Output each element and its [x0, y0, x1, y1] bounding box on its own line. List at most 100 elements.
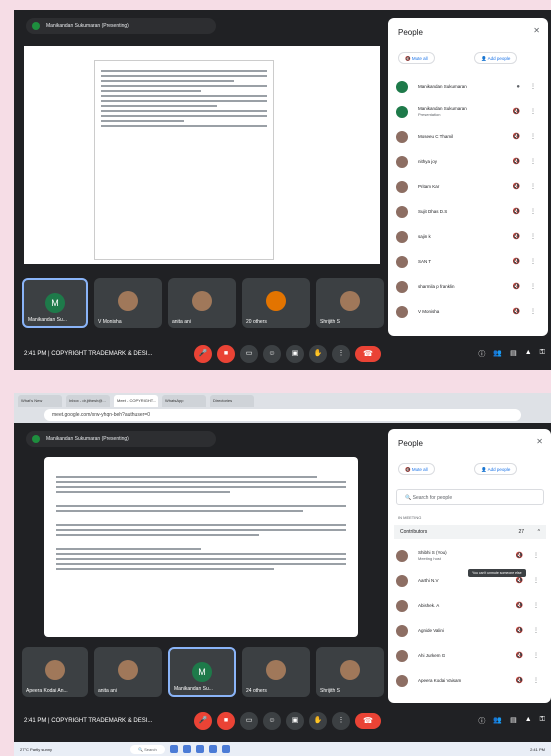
app-icon[interactable] — [195, 745, 204, 753]
presenting-banner[interactable]: Manikandan Sukumaran (Presenting) — [26, 431, 216, 447]
more-icon[interactable]: ⋮ — [332, 712, 350, 730]
list-item[interactable]: Abishek. A 🔇 ⋮ — [396, 593, 547, 618]
list-item[interactable]: sajin k 🔇 ⋮ — [396, 224, 544, 249]
app-icon[interactable] — [208, 745, 217, 753]
captions-icon[interactable]: ▭ — [240, 345, 258, 363]
participant-tile[interactable]: Shrijith S — [316, 647, 384, 697]
participant-tile[interactable]: 20 others — [242, 278, 310, 328]
weather-widget[interactable]: 27°C Partly sunny — [14, 747, 74, 752]
meeting-controls: 🎤 ■ ▭ ☺ ▣ ✋ ⋮ ☎ — [194, 712, 381, 730]
mic-icon[interactable]: 🎤 — [194, 712, 212, 730]
list-item[interactable]: V Monisha 🔇 ⋮ — [396, 299, 544, 324]
more-icon[interactable]: ⋮ — [533, 652, 539, 659]
more-icon[interactable]: ⋮ — [530, 308, 536, 315]
browser-tab[interactable]: WhatsApp — [162, 395, 206, 407]
participant-tile[interactable]: 24 others — [242, 647, 310, 697]
present-icon[interactable]: ▣ — [286, 712, 304, 730]
list-item[interactable]: Manikandan Sukumaran ● ⋮ — [396, 74, 544, 99]
more-icon[interactable]: ⋮ — [533, 677, 539, 684]
participant-name: Shrijith S — [320, 688, 341, 694]
present-icon[interactable]: ▣ — [286, 345, 304, 363]
list-item[interactable]: Ahi Jurkem G 🔇 ⋮ — [396, 643, 547, 668]
list-item[interactable]: sharmila p franklin 🔇 ⋮ — [396, 274, 544, 299]
app-icon[interactable] — [221, 745, 230, 753]
browser-tab[interactable]: Meet - COPYRIGHT... — [114, 395, 158, 407]
lock-icon[interactable]: ⚿ — [540, 349, 545, 359]
list-item[interactable]: Sujit Dhas D.S 🔇 ⋮ — [396, 199, 544, 224]
app-icon[interactable] — [182, 745, 191, 753]
list-item[interactable]: Pritam Kar 🔇 ⋮ — [396, 174, 544, 199]
lock-icon[interactable]: ⚿ — [540, 716, 545, 726]
hand-icon[interactable]: ✋ — [309, 345, 327, 363]
more-icon[interactable]: ⋮ — [530, 108, 536, 115]
more-icon[interactable]: ⋮ — [530, 83, 536, 90]
chat-icon[interactable]: ▤ — [510, 349, 517, 359]
list-item[interactable]: Moseeu C Thamil 🔇 ⋮ — [396, 124, 544, 149]
info-icon[interactable]: ⓘ — [478, 716, 485, 726]
avatar — [266, 660, 286, 680]
emoji-icon[interactable]: ☺ — [263, 345, 281, 363]
mute-all-button[interactable]: 🔇 Mute all — [398, 52, 435, 64]
emoji-icon[interactable]: ☺ — [263, 712, 281, 730]
close-icon[interactable]: ✕ — [533, 26, 540, 35]
participant-tile[interactable]: Apeera Kodai An... — [22, 647, 88, 697]
app-icon[interactable] — [169, 745, 178, 753]
mic-off-icon: 🔇 — [512, 159, 520, 165]
list-item[interactable]: Apeera Kodai Vaisam 🔇 ⋮ — [396, 668, 547, 693]
more-icon[interactable]: ⋮ — [530, 158, 536, 165]
people-icon[interactable]: 👥 — [493, 716, 502, 726]
mute-all-button[interactable]: 🔇 Mute all — [398, 463, 435, 475]
people-icon[interactable]: 👥 — [493, 349, 502, 359]
more-icon[interactable]: ⋮ — [533, 627, 539, 634]
avatar — [266, 291, 286, 311]
list-item[interactable]: Manikandan Sukumaran Presentation 🔇 ⋮ — [396, 99, 544, 124]
participant-tile[interactable]: anita ani — [94, 647, 162, 697]
participant-tile[interactable]: M Manikandan Su... — [22, 278, 88, 328]
more-icon[interactable]: ⋮ — [530, 208, 536, 215]
activities-icon[interactable]: ▲ — [525, 716, 532, 726]
info-icon[interactable]: ⓘ — [478, 349, 485, 359]
participant-tile[interactable]: Shrijith S — [316, 278, 384, 328]
hangup-icon[interactable]: ☎ — [355, 713, 381, 729]
browser-tab[interactable]: What's New — [18, 395, 62, 407]
participant-tile[interactable]: M Manikandan Su... — [168, 647, 236, 697]
close-icon[interactable]: ✕ — [536, 437, 543, 446]
mic-icon[interactable]: 🎤 — [194, 345, 212, 363]
address-bar[interactable]: meet.google.com/xrw-yhqn-beh?authuser=0 — [44, 409, 521, 421]
more-icon[interactable]: ⋮ — [530, 183, 536, 190]
camera-icon[interactable]: ■ — [217, 712, 235, 730]
chat-icon[interactable]: ▤ — [510, 716, 517, 726]
list-item[interactable]: nithya joy 🔇 ⋮ — [396, 149, 544, 174]
avatar — [192, 291, 212, 311]
participant-tile[interactable]: anita ani — [168, 278, 236, 328]
search-input[interactable]: 🔍 Search for people — [396, 489, 544, 505]
add-people-button[interactable]: 👤 Add people — [474, 52, 518, 64]
participant-name: anita ani — [98, 688, 117, 694]
participant-tile[interactable]: V Monisha — [94, 278, 162, 328]
add-people-button[interactable]: 👤 Add people — [474, 463, 518, 475]
browser-tab[interactable]: Directories — [210, 395, 254, 407]
more-icon[interactable]: ⋮ — [533, 577, 539, 584]
taskbar-search[interactable]: 🔍 Search — [130, 744, 165, 754]
more-icon[interactable]: ⋮ — [332, 345, 350, 363]
more-icon[interactable]: ⋮ — [533, 602, 539, 609]
avatar — [118, 660, 138, 680]
list-item[interactable]: Shibhi S (You) Meeting host 🔇 ⋮ — [396, 543, 547, 568]
contributors-header[interactable]: Contributors 27 ^ — [394, 525, 546, 539]
presenting-banner[interactable]: Manikandan Sukumaran (Presenting) — [26, 18, 216, 34]
list-item[interactable]: SAN T 🔇 ⋮ — [396, 249, 544, 274]
more-icon[interactable]: ⋮ — [530, 133, 536, 140]
camera-icon[interactable]: ■ — [217, 345, 235, 363]
activities-icon[interactable]: ▲ — [525, 349, 532, 359]
captions-icon[interactable]: ▭ — [240, 712, 258, 730]
hangup-icon[interactable]: ☎ — [355, 346, 381, 362]
browser-tab[interactable]: Inbox - dr.jithesh@... — [66, 395, 110, 407]
more-icon[interactable]: ⋮ — [530, 233, 536, 240]
mic-off-icon: 🔇 — [515, 678, 523, 684]
mic-off-icon: 🔇 — [512, 134, 520, 140]
hand-icon[interactable]: ✋ — [309, 712, 327, 730]
more-icon[interactable]: ⋮ — [530, 283, 536, 290]
more-icon[interactable]: ⋮ — [530, 258, 536, 265]
more-icon[interactable]: ⋮ — [533, 552, 539, 559]
list-item[interactable]: Agnide Valini 🔇 ⋮ — [396, 618, 547, 643]
